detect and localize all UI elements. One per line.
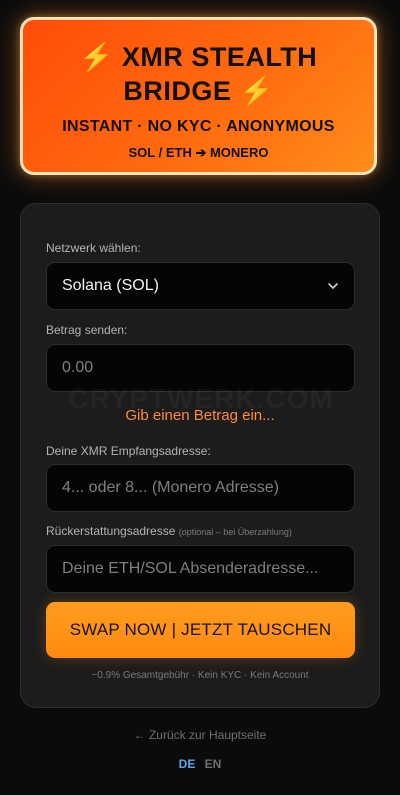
xmr-address-input[interactable] <box>46 464 355 512</box>
swap-form-card: Netzwerk wählen: Solana (SOL) Betrag sen… <box>20 203 380 708</box>
network-selected-value: Solana (SOL) <box>62 277 159 294</box>
xmr-address-label: Deine XMR Empfangsadresse: <box>46 444 211 458</box>
fee-info: ~0.9% Gesamtgebühr · Kein KYC · Kein Acc… <box>91 670 309 681</box>
network-select[interactable]: Solana (SOL) <box>46 262 355 310</box>
lang-de-link[interactable]: DE <box>179 757 196 771</box>
chevron-down-icon <box>328 283 338 289</box>
hero-route: SOL / ETH ➔ MONERO <box>128 145 269 160</box>
hero-title: ⚡ XMR STEALTH BRIDGE ⚡ <box>23 40 374 108</box>
hero-banner: ⚡ XMR STEALTH BRIDGE ⚡ INSTANT · NO KYC … <box>20 17 377 175</box>
amount-label: Betrag senden: <box>46 323 128 337</box>
refund-label-text: Rückerstattungsadresse <box>46 524 176 538</box>
lang-en-link[interactable]: EN <box>205 757 222 771</box>
lightning-icon: ⚡ <box>239 76 274 106</box>
language-switcher: DE EN <box>0 757 400 771</box>
back-to-home-link[interactable]: ← Zurück zur Hauptseite <box>0 728 400 742</box>
amount-hint: Gib einen Betrag ein... <box>125 407 275 424</box>
network-label: Netzwerk wählen: <box>46 241 141 255</box>
refund-address-label: Rückerstattungsadresse (optional – bei Ü… <box>46 524 292 538</box>
refund-address-input[interactable] <box>46 545 355 593</box>
swap-button[interactable]: SWAP NOW | JETZT TAUSCHEN <box>46 602 355 658</box>
refund-label-note: (optional – bei Überzahlung) <box>178 527 292 537</box>
hero-title-line1: XMR STEALTH <box>121 42 318 72</box>
hero-title-line2: BRIDGE <box>123 76 232 106</box>
hero-tagline: INSTANT · NO KYC · ANONYMOUS <box>62 118 335 135</box>
lightning-icon: ⚡ <box>79 42 114 72</box>
amount-input[interactable] <box>46 344 355 392</box>
